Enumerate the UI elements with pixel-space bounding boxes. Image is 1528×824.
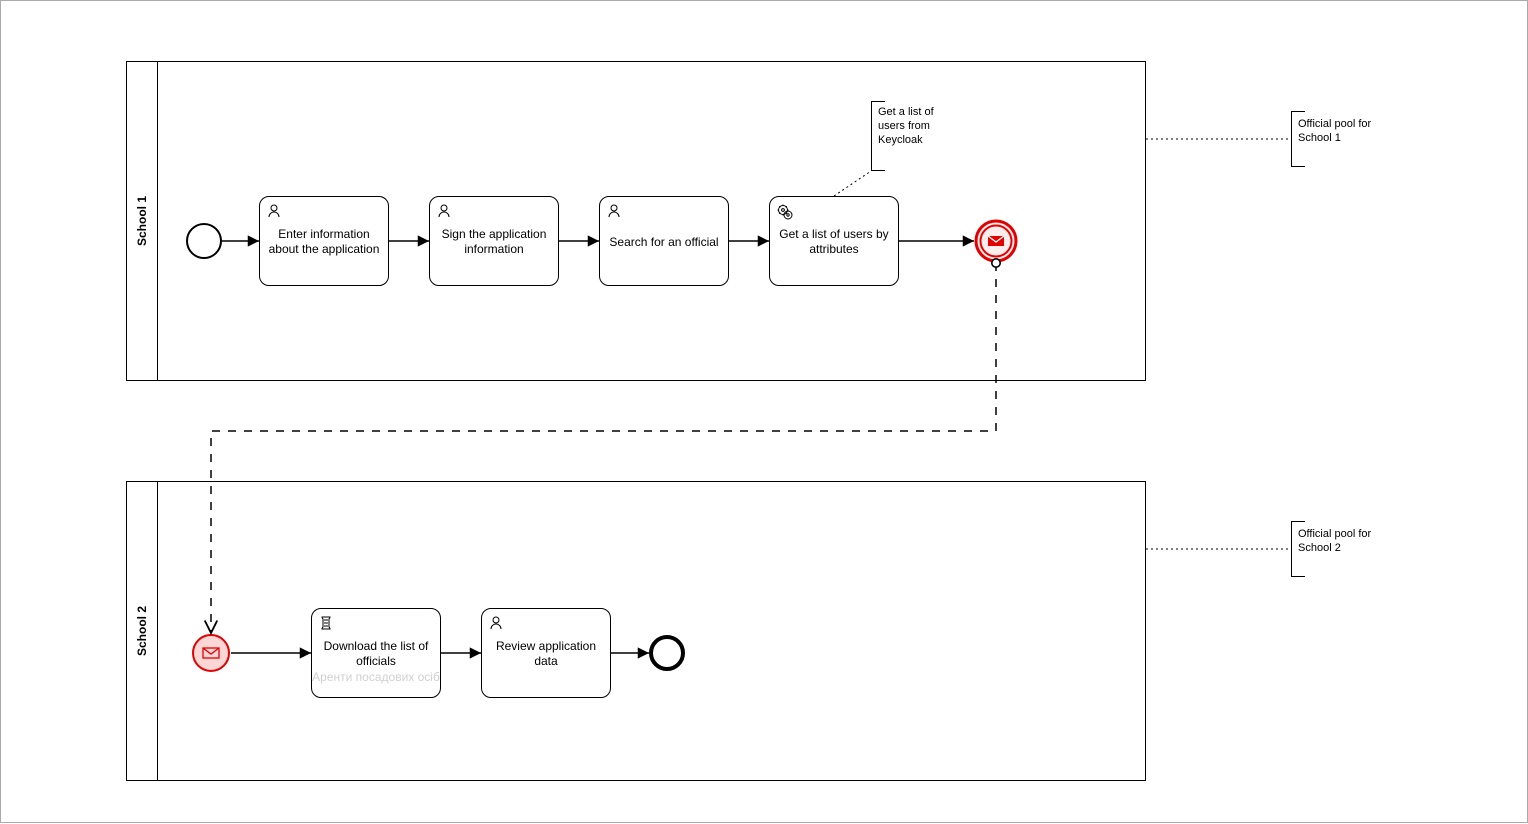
user-icon [606, 203, 622, 219]
task-download-list-label: Download the list of officials [320, 639, 432, 669]
task-sign-information-label: Sign the application information [438, 227, 550, 257]
task-review-application[interactable]: Review application data [481, 608, 611, 698]
task-download-list-watermark: Аренти посадових осіб [312, 670, 440, 685]
task-get-users[interactable]: Get a list of users by attributes [769, 196, 899, 286]
message-throw-icon [974, 219, 1018, 263]
start-event-school-1[interactable] [186, 223, 222, 259]
user-icon [488, 615, 504, 631]
annotation-keycloak[interactable]: Get a list of users from Keycloak [871, 101, 885, 171]
end-event-school-2[interactable] [649, 635, 685, 671]
annotation-official-pool-2[interactable]: Official pool for School 2 [1291, 521, 1305, 577]
message-throw-event[interactable] [974, 219, 1018, 266]
message-catch-icon [191, 633, 231, 673]
service-gear-icon [776, 203, 794, 221]
task-search-official-label: Search for an official [609, 235, 718, 250]
task-enter-information-label: Enter information about the application [268, 227, 380, 257]
annotation-official-pool-2-text: Official pool for School 2 [1298, 528, 1378, 556]
pool-school-1-label: School 1 [135, 196, 149, 246]
user-icon [266, 203, 282, 219]
pool-school-1-label-slot: School 1 [127, 62, 158, 380]
bpmn-diagram: School 1 School 2 Enter information abou… [0, 0, 1528, 823]
pool-school-2-label-slot: School 2 [127, 482, 158, 780]
pool-school-2-label: School 2 [135, 606, 149, 656]
pool-school-2[interactable]: School 2 [126, 481, 1146, 781]
annotation-official-pool-1[interactable]: Official pool for School 1 [1291, 111, 1305, 167]
task-sign-information[interactable]: Sign the application information [429, 196, 559, 286]
task-enter-information[interactable]: Enter information about the application [259, 196, 389, 286]
task-search-official[interactable]: Search for an official [599, 196, 729, 286]
annotation-official-pool-1-text: Official pool for School 1 [1298, 118, 1378, 146]
script-icon [318, 615, 334, 631]
task-review-application-label: Review application data [490, 639, 602, 669]
task-download-list[interactable]: Download the list of officials Аренти по… [311, 608, 441, 698]
message-catch-event[interactable] [191, 633, 231, 676]
task-get-users-label: Get a list of users by attributes [778, 227, 890, 257]
annotation-keycloak-text: Get a list of users from Keycloak [878, 106, 958, 147]
user-icon [436, 203, 452, 219]
